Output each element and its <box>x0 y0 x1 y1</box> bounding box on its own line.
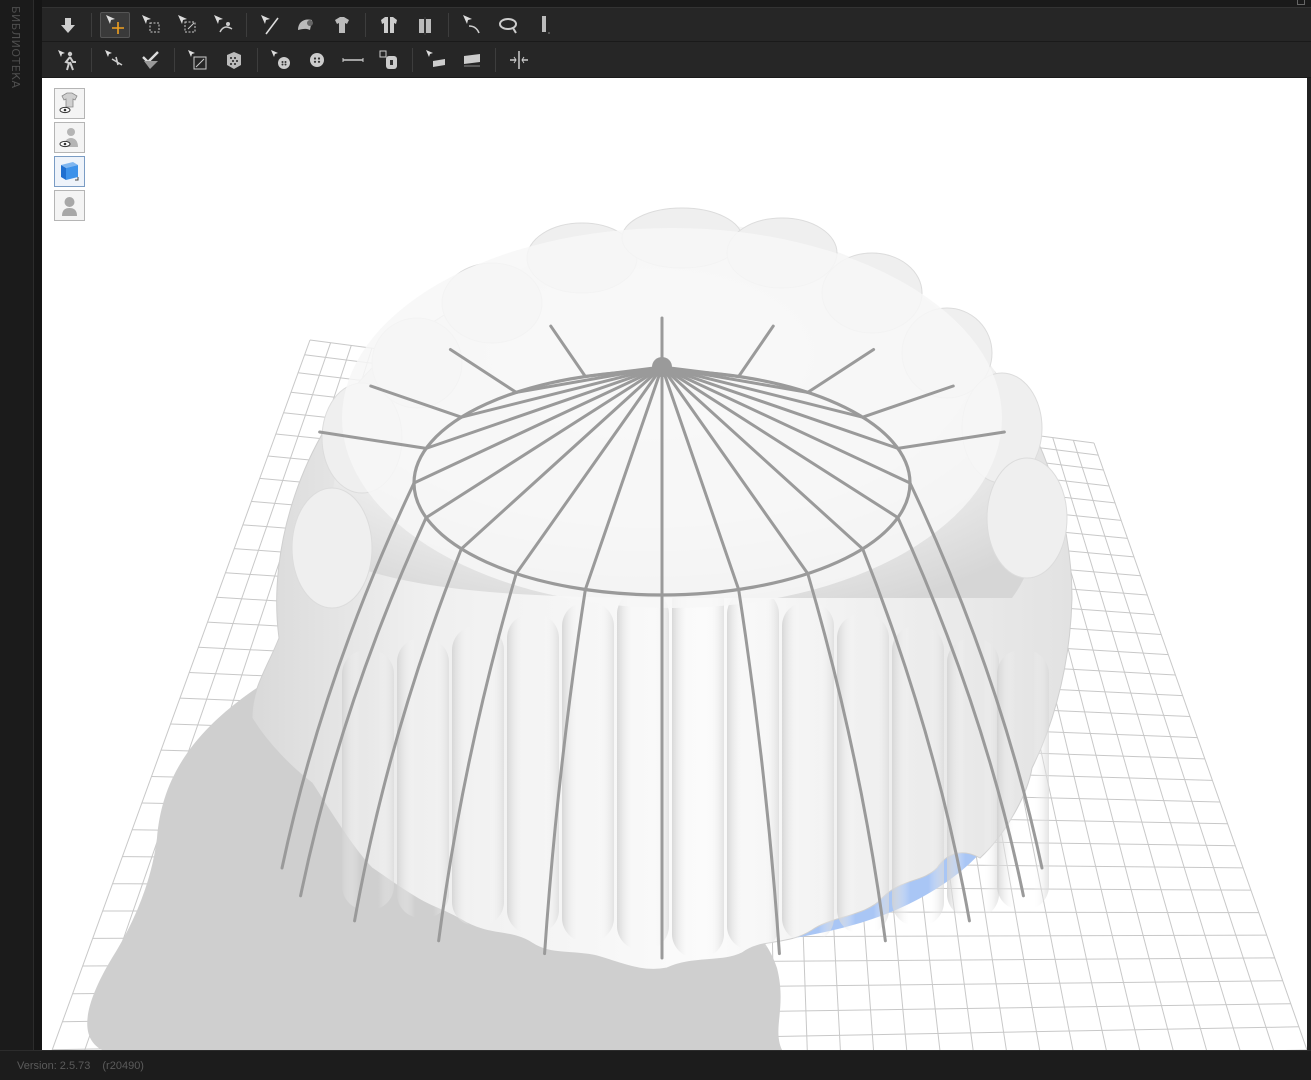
pleat-band <box>727 590 779 950</box>
library-tab-label[interactable]: БИБЛИОТЕКА <box>9 6 22 88</box>
viewport-edge <box>1307 78 1311 1050</box>
pleat-band <box>562 602 614 942</box>
select-move-icon[interactable] <box>100 11 130 38</box>
pin-icon[interactable] <box>100 47 130 73</box>
main-toolbar <box>42 8 1311 42</box>
fold-arrangement-icon[interactable] <box>291 12 321 38</box>
puckering-icon[interactable] <box>183 47 213 73</box>
ruler-icon[interactable] <box>529 12 559 38</box>
3d-scene[interactable] <box>42 78 1307 1050</box>
pleat-band <box>672 578 724 958</box>
graphic-icon[interactable] <box>421 47 451 73</box>
library-panel[interactable]: БИБЛИОТЕКА <box>0 0 34 1050</box>
toolbar-separator <box>448 12 449 37</box>
select-box-icon[interactable] <box>136 12 166 38</box>
pleat-band <box>782 602 834 942</box>
pleat-band <box>837 614 889 934</box>
garment-visibility-icon[interactable] <box>54 88 85 119</box>
apex-vent <box>652 357 672 377</box>
draw-line-icon[interactable] <box>255 12 285 38</box>
zipper-ring-icon[interactable] <box>493 12 523 38</box>
download-arrow-icon[interactable] <box>53 12 83 38</box>
lock-icon[interactable] <box>374 47 404 73</box>
status-bar: Version: 2.5.73 (r20490) <box>0 1050 1311 1080</box>
toolbar-separator <box>495 47 496 72</box>
toolbar-separator <box>174 47 175 72</box>
avatar-silhouette-icon[interactable] <box>54 190 85 221</box>
title-bar <box>42 0 1311 8</box>
revision-label: (r20490) <box>102 1059 144 1072</box>
edit-curve-icon[interactable] <box>208 12 238 38</box>
avatar-measure-icon[interactable] <box>410 12 440 38</box>
3d-viewport[interactable] <box>42 78 1307 1050</box>
secondary-toolbar <box>42 42 1311 78</box>
tack-icon[interactable] <box>457 12 487 38</box>
version-label: Version: 2.5.73 <box>17 1059 91 1072</box>
fabric-texture-icon[interactable] <box>54 156 85 187</box>
button-icon[interactable] <box>302 47 332 73</box>
toolbar-separator <box>91 12 92 37</box>
avatar-visibility-icon[interactable] <box>54 122 85 153</box>
texture-icon[interactable] <box>219 47 249 73</box>
transform-pattern-icon[interactable] <box>172 12 202 38</box>
toolbar-separator <box>91 47 92 72</box>
app-window: БИБЛИОТЕКА Version: 2.5.73 (r20490) <box>0 0 1311 1080</box>
select-avatar-icon[interactable] <box>53 47 83 73</box>
garment-arrangement-icon[interactable] <box>327 12 357 38</box>
minimize-icon[interactable] <box>1297 0 1305 5</box>
pleat-band <box>397 638 449 918</box>
panel-divider[interactable] <box>34 0 42 1050</box>
select-graphic-icon[interactable] <box>457 47 487 73</box>
pleat-band <box>997 650 1049 910</box>
toolbar-separator <box>365 12 366 37</box>
toolbar-separator <box>412 47 413 72</box>
display-mode-toolbar <box>54 88 85 221</box>
button-add-icon[interactable] <box>266 47 296 73</box>
topstitch-line-icon[interactable] <box>338 47 368 73</box>
measure-split-icon[interactable] <box>504 47 534 73</box>
symmetry-avatar-icon[interactable] <box>374 12 404 38</box>
pleat-band <box>452 626 504 926</box>
toolbar-separator <box>257 47 258 72</box>
check-fabric-icon[interactable] <box>136 47 166 73</box>
dome-highlight <box>342 228 1002 608</box>
toolbar-separator <box>246 12 247 37</box>
